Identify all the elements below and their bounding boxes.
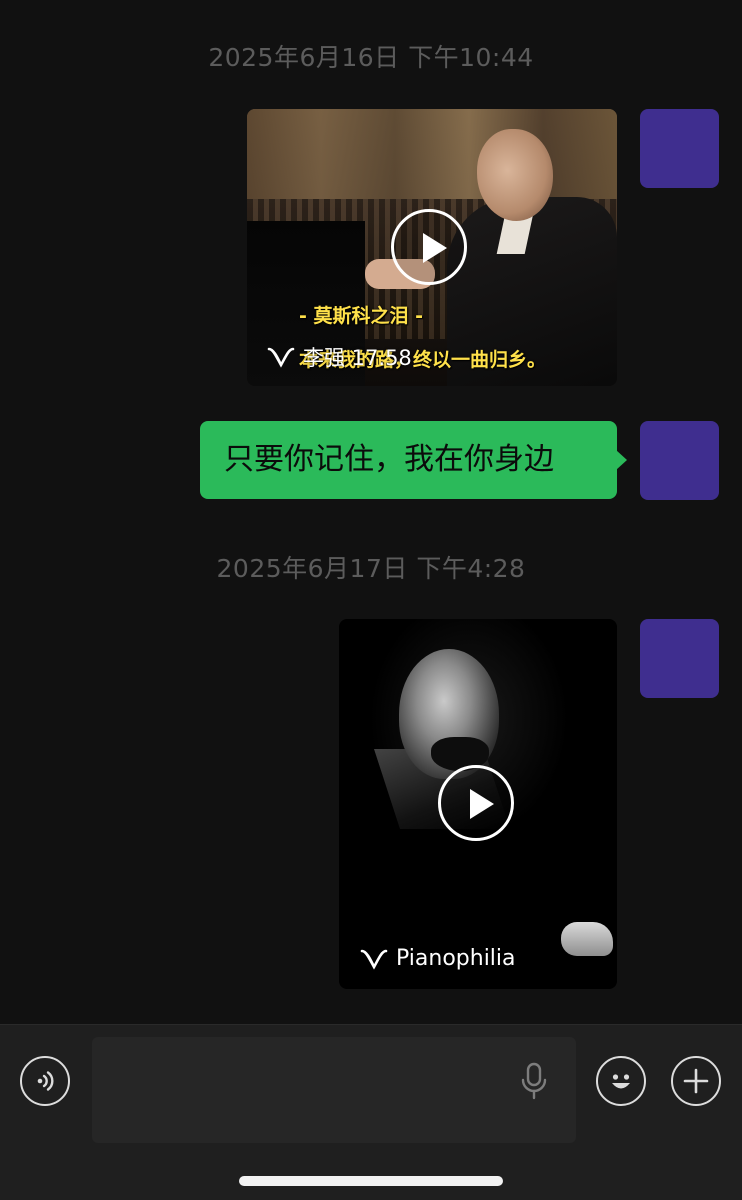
microphone-icon: [521, 1062, 547, 1100]
emoji-button[interactable]: [596, 1056, 646, 1106]
plus-icon: [683, 1068, 709, 1094]
timestamp: 2025年6月16日 下午10:44: [208, 43, 534, 72]
channel-watermark: 李强 17.58: [267, 342, 412, 372]
video-subtitle-title: - 莫斯科之泪 -: [299, 305, 424, 327]
input-bar: [0, 1024, 742, 1200]
watermark-text: Pianophilia: [396, 946, 516, 971]
pianist-head: [477, 129, 553, 221]
play-icon[interactable]: [438, 765, 514, 841]
channel-watermark: Pianophilia: [360, 946, 516, 971]
channels-logo-icon: [360, 949, 388, 970]
channels-logo-icon: [267, 347, 295, 368]
microphone-button[interactable]: [519, 1061, 549, 1105]
avatar[interactable]: [640, 619, 719, 698]
video-message[interactable]: - 莫斯科之泪 - 本来我的路，终以一曲归乡。 李强 17.58: [247, 109, 617, 386]
avatar[interactable]: [640, 109, 719, 188]
text-message-bubble[interactable]: 只要你记住，我在你身边: [200, 421, 627, 499]
play-icon[interactable]: [391, 209, 467, 285]
watermark-text: 李强 17.58: [303, 346, 412, 370]
avatar[interactable]: [640, 421, 719, 500]
home-indicator[interactable]: [239, 1176, 503, 1186]
timestamp: 2025年6月17日 下午4:28: [216, 554, 526, 583]
chat-screen: 2025年6月16日 下午10:44 - 莫斯科之泪 - 本来我的路，终以一曲归…: [0, 0, 742, 1200]
emoji-icon: [612, 1074, 630, 1089]
voice-icon: [37, 1071, 54, 1091]
message-input[interactable]: [92, 1037, 576, 1143]
voice-toggle-button[interactable]: [20, 1056, 70, 1106]
portrait-hand: [561, 922, 613, 956]
video-message[interactable]: Pianophilia: [339, 619, 617, 989]
more-options-button[interactable]: [671, 1056, 721, 1106]
